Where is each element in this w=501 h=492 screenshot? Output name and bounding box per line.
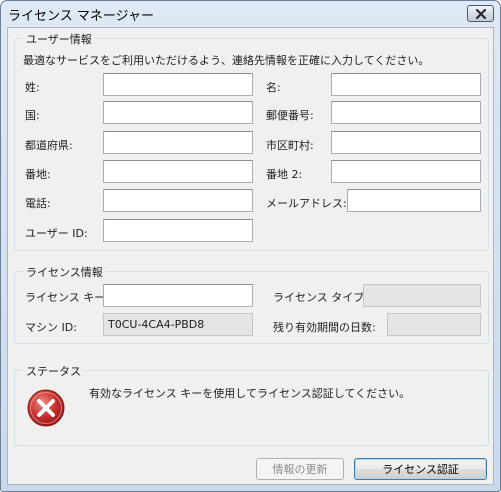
- close-button[interactable]: [467, 5, 494, 22]
- last-name-label: 姓:: [25, 81, 40, 94]
- days-remaining-label: 残り有効期間の日数:: [273, 321, 376, 334]
- country-label: 国:: [25, 109, 40, 122]
- status-message: 有効なライセンス キーを使用してライセンス認証してください。: [89, 387, 411, 400]
- close-icon: [476, 9, 486, 19]
- city-label: 市区町村:: [266, 139, 314, 152]
- machine-id-field: T0CU-4CA4-PBD8: [103, 313, 253, 336]
- status-group: ステータス 有効なライセンス キーを使用してライセンス認証してください。: [14, 363, 489, 446]
- machine-id-label: マシン ID:: [25, 321, 77, 334]
- error-icon: [27, 389, 65, 427]
- user-id-label: ユーザー ID:: [25, 227, 88, 240]
- user-id-field[interactable]: [103, 219, 253, 242]
- window-title: ライセンス マネージャー: [8, 9, 154, 24]
- phone-label: 電話:: [25, 197, 51, 210]
- license-type-field: [363, 284, 481, 307]
- country-field[interactable]: [103, 101, 253, 124]
- prefecture-label: 都道府県:: [25, 139, 73, 152]
- prefecture-field[interactable]: [103, 131, 253, 154]
- postal-code-label: 郵便番号:: [266, 109, 314, 122]
- phone-field[interactable]: [103, 189, 253, 212]
- user-info-description: 最適なサービスをご利用いただけるよう、連絡先情報を正確に入力してください。: [23, 54, 430, 67]
- email-label: メールアドレス:: [266, 197, 347, 210]
- client-area: ユーザー情報 最適なサービスをご利用いただけるよう、連絡先情報を正確に入力してく…: [7, 27, 494, 485]
- days-remaining-field: [387, 313, 481, 336]
- user-info-legend: ユーザー情報: [23, 31, 95, 47]
- email-field[interactable]: [347, 189, 481, 212]
- license-info-legend: ライセンス情報: [23, 264, 106, 280]
- first-name-field[interactable]: [331, 73, 481, 96]
- user-info-group: ユーザー情報 最適なサービスをご利用いただけるよう、連絡先情報を正確に入力してく…: [14, 31, 489, 251]
- license-key-field[interactable]: [103, 284, 253, 307]
- license-info-group: ライセンス情報 ライセンス キー: ライセンス タイプ: マシン ID: T0C…: [14, 264, 489, 344]
- address2-label: 番地 2:: [266, 168, 303, 181]
- license-key-label: ライセンス キー:: [25, 291, 109, 304]
- first-name-label: 名:: [266, 81, 281, 94]
- license-type-label: ライセンス タイプ:: [273, 291, 368, 304]
- title-bar[interactable]: ライセンス マネージャー: [1, 1, 500, 27]
- city-field[interactable]: [331, 131, 481, 154]
- update-info-button[interactable]: 情報の更新: [256, 458, 344, 480]
- address1-field[interactable]: [103, 160, 253, 183]
- address2-field[interactable]: [331, 160, 481, 183]
- status-legend: ステータス: [23, 363, 84, 379]
- address1-label: 番地:: [25, 168, 51, 181]
- activate-license-button[interactable]: ライセンス認証: [354, 458, 487, 480]
- machine-id-value: T0CU-4CA4-PBD8: [108, 318, 205, 331]
- license-manager-window: ライセンス マネージャー ユーザー情報 最適なサービスをご利用いただけるよう、連…: [0, 0, 501, 492]
- last-name-field[interactable]: [103, 73, 253, 96]
- postal-code-field[interactable]: [331, 101, 481, 124]
